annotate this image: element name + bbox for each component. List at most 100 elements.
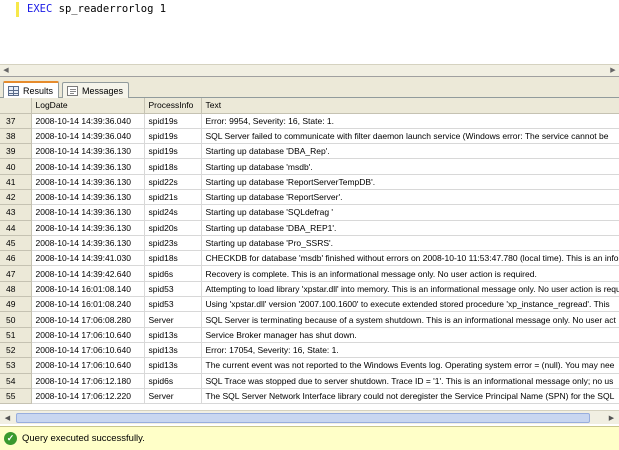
- row-number-cell[interactable]: 53: [0, 357, 32, 374]
- table-row[interactable]: 49 2008-10-14 16:01:08.240 spid53 Using 'xp…: [0, 296, 619, 313]
- text-cell[interactable]: Starting up database 'ReportServerTempDB…: [201, 174, 619, 190]
- logdate-cell[interactable]: 2008-10-14 17:06:12.220: [31, 388, 145, 405]
- scroll-left-icon[interactable]: ◀: [0, 65, 12, 76]
- processinfo-cell[interactable]: spid23s: [144, 235, 202, 252]
- logdate-cell[interactable]: 2008-10-14 17:06:10.640: [31, 327, 145, 343]
- table-row[interactable]: 46 2008-10-14 14:39:41.030 spid18s CHECKDB …: [0, 250, 619, 267]
- logdate-cell[interactable]: 2008-10-14 14:39:42.640: [31, 265, 145, 282]
- row-number-cell[interactable]: 43: [0, 204, 32, 221]
- row-number-cell[interactable]: 46: [0, 250, 32, 267]
- logdate-cell[interactable]: 2008-10-14 16:01:08.240: [31, 296, 145, 313]
- table-row[interactable]: 45 2008-10-14 14:39:36.130 spid23s Starting…: [0, 235, 619, 252]
- logdate-cell[interactable]: 2008-10-14 14:39:36.130: [31, 143, 145, 160]
- row-number-cell[interactable]: 48: [0, 281, 32, 298]
- logdate-cell[interactable]: 2008-10-14 14:39:36.130: [31, 174, 145, 190]
- row-number-cell[interactable]: 49: [0, 296, 32, 313]
- row-number-cell[interactable]: 37: [0, 113, 32, 129]
- text-cell[interactable]: Starting up database 'msdb'.: [201, 158, 619, 175]
- text-cell[interactable]: The current event was not reported to th…: [201, 357, 619, 374]
- processinfo-cell[interactable]: spid22s: [144, 174, 202, 190]
- logdate-cell[interactable]: 2008-10-14 17:06:10.640: [31, 342, 145, 359]
- table-row[interactable]: 38 2008-10-14 14:39:36.040 spid19s SQL Serv…: [0, 128, 619, 145]
- row-number-cell[interactable]: 41: [0, 174, 32, 190]
- logdate-cell[interactable]: 2008-10-14 14:39:36.130: [31, 158, 145, 175]
- table-row[interactable]: 39 2008-10-14 14:39:36.130 spid19s Starting…: [0, 143, 619, 160]
- processinfo-cell[interactable]: spid21s: [144, 189, 202, 206]
- row-number-cell[interactable]: 45: [0, 235, 32, 252]
- processinfo-cell[interactable]: spid6s: [144, 373, 202, 389]
- processinfo-cell[interactable]: spid20s: [144, 220, 202, 236]
- processinfo-cell[interactable]: spid19s: [144, 113, 202, 129]
- scroll-left-icon[interactable]: ◀: [1, 412, 14, 424]
- processinfo-cell[interactable]: Server: [144, 311, 202, 328]
- table-row[interactable]: 55 2008-10-14 17:06:12.220 Server The SQL S…: [0, 388, 619, 405]
- scroll-right-icon[interactable]: ▶: [607, 65, 619, 76]
- tab-results[interactable]: Results: [3, 81, 60, 98]
- row-number-cell[interactable]: 55: [0, 388, 32, 405]
- processinfo-cell[interactable]: spid6s: [144, 265, 202, 282]
- text-cell[interactable]: Service Broker manager has shut down.: [201, 327, 619, 343]
- logdate-cell[interactable]: 2008-10-14 14:39:41.030: [31, 250, 145, 267]
- table-row[interactable]: 47 2008-10-14 14:39:42.640 spid6s Recovery …: [0, 265, 619, 282]
- logdate-cell[interactable]: 2008-10-14 14:39:36.130: [31, 204, 145, 221]
- logdate-cell[interactable]: 2008-10-14 14:39:36.130: [31, 189, 145, 206]
- logdate-cell[interactable]: 2008-10-14 14:39:36.040: [31, 128, 145, 145]
- text-cell[interactable]: Starting up database 'ReportServer'.: [201, 189, 619, 206]
- row-number-cell[interactable]: 52: [0, 342, 32, 359]
- table-row[interactable]: 41 2008-10-14 14:39:36.130 spid22s Starting…: [0, 174, 619, 190]
- table-row[interactable]: 53 2008-10-14 17:06:10.640 spid13s The curr…: [0, 357, 619, 374]
- row-number-cell[interactable]: 39: [0, 143, 32, 160]
- text-cell[interactable]: SQL Server is terminating because of a s…: [201, 311, 619, 328]
- column-header-text[interactable]: Text: [201, 98, 619, 114]
- text-cell[interactable]: Starting up database 'SQLdefrag ': [201, 204, 619, 221]
- text-cell[interactable]: SQL Trace was stopped due to server shut…: [201, 373, 619, 389]
- text-cell[interactable]: Recovery is complete. This is an informa…: [201, 265, 619, 282]
- row-number-cell[interactable]: 42: [0, 189, 32, 206]
- row-number-cell[interactable]: 47: [0, 265, 32, 282]
- query-editor[interactable]: EXEC sp_readerrorlog 1 ◀ ▶: [0, 0, 619, 77]
- logdate-cell[interactable]: 2008-10-14 14:39:36.130: [31, 220, 145, 236]
- processinfo-cell[interactable]: spid53: [144, 281, 202, 298]
- processinfo-cell[interactable]: spid24s: [144, 204, 202, 221]
- tab-messages[interactable]: Messages: [62, 82, 130, 98]
- row-number-header[interactable]: [0, 98, 32, 114]
- text-cell[interactable]: Starting up database 'Pro_SSRS'.: [201, 235, 619, 252]
- column-header-logdate[interactable]: LogDate: [31, 98, 145, 114]
- row-number-cell[interactable]: 54: [0, 373, 32, 389]
- text-cell[interactable]: The SQL Server Network Interface library…: [201, 388, 619, 405]
- grid-horizontal-scrollbar[interactable]: ◀ ▶: [0, 410, 619, 424]
- processinfo-cell[interactable]: Server: [144, 388, 202, 405]
- table-row[interactable]: 37 2008-10-14 14:39:36.040 spid19s Error: 9…: [0, 113, 619, 129]
- table-row[interactable]: 51 2008-10-14 17:06:10.640 spid13s Service …: [0, 327, 619, 343]
- query-text[interactable]: EXEC sp_readerrorlog 1: [27, 3, 166, 15]
- text-cell[interactable]: Error: 9954, Severity: 16, State: 1.: [201, 113, 619, 129]
- table-row[interactable]: 42 2008-10-14 14:39:36.130 spid21s Starting…: [0, 189, 619, 206]
- processinfo-cell[interactable]: spid19s: [144, 143, 202, 160]
- logdate-cell[interactable]: 2008-10-14 17:06:12.180: [31, 373, 145, 389]
- table-row[interactable]: 44 2008-10-14 14:39:36.130 spid20s Starting…: [0, 220, 619, 236]
- scroll-right-icon[interactable]: ▶: [605, 412, 618, 424]
- logdate-cell[interactable]: 2008-10-14 14:39:36.040: [31, 113, 145, 129]
- editor-horizontal-scrollbar[interactable]: ◀ ▶: [0, 64, 619, 76]
- row-number-cell[interactable]: 44: [0, 220, 32, 236]
- logdate-cell[interactable]: 2008-10-14 17:06:08.280: [31, 311, 145, 328]
- table-row[interactable]: 54 2008-10-14 17:06:12.180 spid6s SQL Trace…: [0, 373, 619, 389]
- table-row[interactable]: 50 2008-10-14 17:06:08.280 Server SQL Serve…: [0, 311, 619, 328]
- row-number-cell[interactable]: 50: [0, 311, 32, 328]
- logdate-cell[interactable]: 2008-10-14 17:06:10.640: [31, 357, 145, 374]
- processinfo-cell[interactable]: spid18s: [144, 158, 202, 175]
- row-number-cell[interactable]: 38: [0, 128, 32, 145]
- processinfo-cell[interactable]: spid18s: [144, 250, 202, 267]
- processinfo-cell[interactable]: spid13s: [144, 357, 202, 374]
- processinfo-cell[interactable]: spid13s: [144, 327, 202, 343]
- results-grid[interactable]: LogDate ProcessInfo Text 37 2008-10-14 14…: [0, 98, 619, 408]
- text-cell[interactable]: Starting up database 'DBA_REP1'.: [201, 220, 619, 236]
- text-cell[interactable]: Starting up database 'DBA_Rep'.: [201, 143, 619, 160]
- text-cell[interactable]: CHECKDB for database 'msdb' finished wit…: [201, 250, 619, 267]
- table-row[interactable]: 43 2008-10-14 14:39:36.130 spid24s Starting…: [0, 204, 619, 221]
- processinfo-cell[interactable]: spid13s: [144, 342, 202, 359]
- text-cell[interactable]: Attempting to load library 'xpstar.dll' …: [201, 281, 619, 298]
- logdate-cell[interactable]: 2008-10-14 16:01:08.140: [31, 281, 145, 298]
- text-cell[interactable]: Error: 17054, Severity: 16, State: 1.: [201, 342, 619, 359]
- logdate-cell[interactable]: 2008-10-14 14:39:36.130: [31, 235, 145, 252]
